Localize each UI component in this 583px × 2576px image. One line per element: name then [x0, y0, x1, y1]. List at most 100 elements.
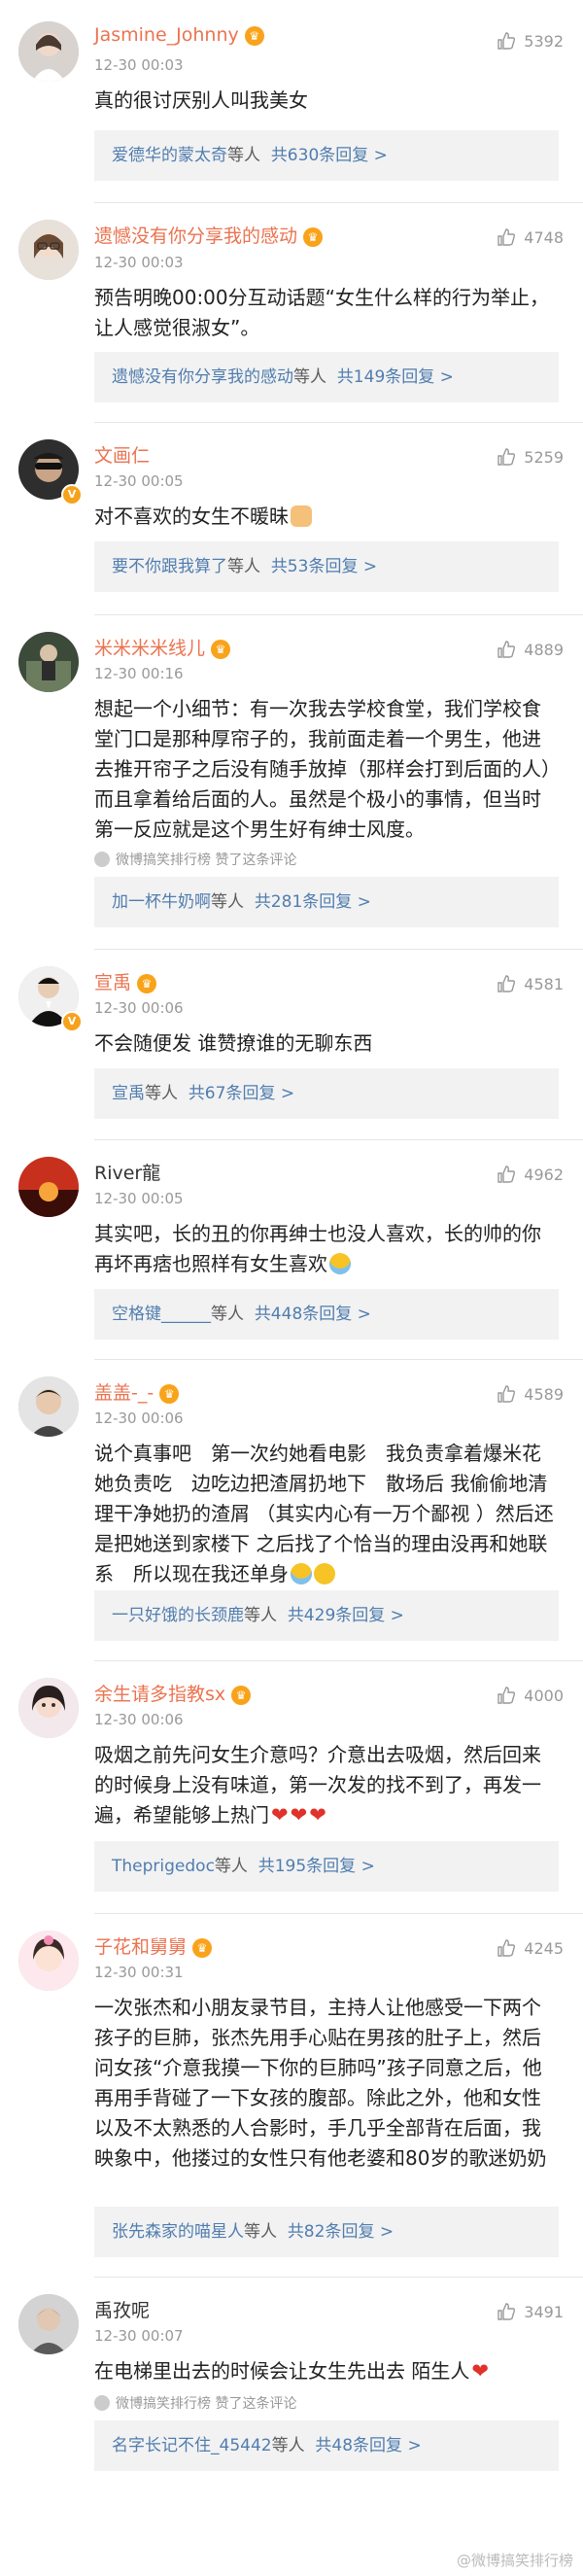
like-count: 4962 — [524, 1166, 564, 1184]
reply-mid-text: 等人 — [244, 2222, 277, 2242]
chevron-right-icon: > — [439, 367, 454, 387]
avatar[interactable] — [18, 2294, 79, 2354]
comment-username[interactable]: 盖盖-_- ♛ — [94, 1378, 180, 1405]
reply-mid-text: 等人 — [271, 2436, 305, 2455]
reply-summary[interactable]: 宣禹等人 共67条回复 > — [94, 1068, 559, 1119]
divider — [94, 202, 583, 203]
liked-by-notice: 微博搞笑排行榜 赞了这条评论 — [94, 850, 296, 869]
like-button[interactable]: 4962 — [497, 1165, 564, 1184]
comment-username[interactable]: 遗憾没有你分享我的感动 ♛ — [94, 222, 324, 248]
weibo-avatar-icon — [94, 852, 110, 867]
thumbs-up-icon — [497, 228, 516, 246]
reply-summary[interactable]: 空格键______等人 共448条回复 > — [94, 1289, 559, 1340]
reply-mid-text: 等人 — [214, 1857, 248, 1876]
level-badge-icon: ♛ — [303, 227, 324, 247]
thumbs-up-icon — [497, 32, 516, 50]
chevron-right-icon: > — [379, 2222, 394, 2242]
avatar[interactable] — [18, 220, 79, 280]
avatar[interactable] — [18, 1678, 79, 1738]
reply-summary[interactable]: Theprigedoc等人 共195条回复 > — [94, 1841, 559, 1892]
reply-mid-text: 等人 — [227, 146, 260, 165]
chevron-right-icon: > — [357, 1305, 371, 1324]
like-button[interactable]: 4589 — [497, 1384, 564, 1404]
divider — [94, 1660, 583, 1661]
reply-mid-text: 等人 — [211, 892, 244, 912]
reply-count[interactable]: 共195条回复 — [258, 1857, 356, 1876]
comment-text: 吸烟之前先问女生介意吗？介意出去吸烟，然后回来的时候身上没有味道，第一次发的找不… — [94, 1743, 541, 1827]
reply-summary[interactable]: 一只好饿的长颈鹿等人 共429条回复 > — [94, 1590, 559, 1641]
reply-count[interactable]: 共448条回复 — [255, 1305, 352, 1324]
reply-count[interactable]: 共67条回复 — [189, 1084, 276, 1103]
comment-username[interactable]: River龍 — [94, 1159, 160, 1185]
like-button[interactable]: 4748 — [497, 227, 564, 247]
like-count: 5392 — [524, 32, 564, 51]
reply-summary[interactable]: 要不你跟我算了等人 共53条回复 > — [94, 541, 559, 592]
comment-time: 12-30 00:31 — [94, 1964, 184, 1981]
reply-user[interactable]: 一只好饿的长颈鹿 — [112, 1606, 244, 1625]
thumbs-up-icon — [497, 448, 516, 466]
chevron-right-icon: > — [373, 146, 388, 165]
avatar[interactable] — [18, 1376, 79, 1437]
like-button[interactable]: 4581 — [497, 974, 564, 993]
comment-text: 真的很讨厌别人叫我美女 — [94, 88, 308, 112]
thumbs-up-icon — [497, 1166, 516, 1183]
avatar[interactable] — [18, 21, 79, 82]
comment-text: 在电梯里出去的时候会让女生先出去 陌生人❤ — [94, 2359, 489, 2383]
reply-summary[interactable]: 名字长记不住_45442等人 共48条回复 > — [94, 2420, 559, 2471]
liked-by-notice: 微博搞笑排行榜 赞了这条评论 — [94, 2393, 296, 2413]
like-button[interactable]: 5392 — [497, 31, 564, 51]
comment-time: 12-30 00:06 — [94, 1711, 184, 1728]
like-count: 4000 — [524, 1687, 564, 1705]
reply-count[interactable]: 共630条回复 — [271, 146, 368, 165]
like-count: 4889 — [524, 641, 564, 659]
like-button[interactable]: 4000 — [497, 1686, 564, 1705]
like-count: 4245 — [524, 1939, 564, 1958]
comment-username[interactable]: 子花和舅舅 ♛ — [94, 1932, 213, 1959]
comment-time: 12-30 00:07 — [94, 2327, 184, 2345]
reply-count[interactable]: 共429条回复 — [288, 1606, 385, 1625]
like-count: 3491 — [524, 2303, 564, 2321]
reply-count[interactable]: 共82条回复 — [288, 2222, 375, 2242]
like-button[interactable]: 5259 — [497, 447, 564, 467]
avatar[interactable] — [18, 632, 79, 692]
reply-user[interactable]: 空格键______ — [112, 1305, 211, 1324]
comment-username[interactable]: 余生请多指教sx ♛ — [94, 1680, 252, 1706]
reply-summary[interactable]: 遗憾没有你分享我的感动等人 共149条回复 > — [94, 352, 559, 402]
comment-username[interactable]: 宣禹 ♛ — [94, 968, 157, 994]
reply-summary[interactable]: 张先森家的喵星人等人 共82条回复 > — [94, 2207, 559, 2257]
comment-text: 不会随便发 谁赞撩谁的无聊东西 — [94, 1031, 373, 1055]
reply-count[interactable]: 共48条回复 — [315, 2436, 402, 2455]
like-button[interactable]: 4889 — [497, 640, 564, 659]
avatar[interactable] — [18, 1931, 79, 1991]
reply-summary[interactable]: 爱德华的蒙太奇等人 共630条回复 > — [94, 130, 559, 181]
reply-count[interactable]: 共53条回复 — [271, 557, 359, 576]
reply-summary[interactable]: 加一杯牛奶啊等人 共281条回复 > — [94, 877, 559, 927]
avatar[interactable] — [18, 1157, 79, 1217]
like-button[interactable]: 3491 — [497, 2302, 564, 2321]
comment-time: 12-30 00:03 — [94, 56, 184, 74]
crying-emoji-icon — [291, 1563, 312, 1584]
reply-user[interactable]: 张先森家的喵星人 — [112, 2222, 244, 2242]
chevron-right-icon: > — [280, 1084, 295, 1103]
reply-user[interactable]: 宣禹 — [112, 1084, 145, 1103]
comment-username[interactable]: Jasmine_Johnny ♛ — [94, 24, 264, 46]
like-button[interactable]: 4245 — [497, 1938, 564, 1958]
reply-count[interactable]: 共149条回复 — [337, 367, 434, 387]
comment-username[interactable]: 文画仁 — [94, 441, 150, 468]
reply-user[interactable]: 要不你跟我算了 — [112, 557, 227, 576]
comment-username[interactable]: 米米米米线儿 ♛ — [94, 634, 231, 660]
reply-user[interactable]: 遗憾没有你分享我的感动 — [112, 367, 293, 387]
reply-user[interactable]: 名字长记不住_45442 — [112, 2436, 272, 2455]
reply-mid-text: 等人 — [145, 1084, 178, 1103]
crying-emoji-icon — [329, 1253, 351, 1274]
chevron-right-icon: > — [357, 892, 371, 912]
reply-count[interactable]: 共281条回复 — [255, 892, 352, 912]
reply-mid-text: 等人 — [227, 557, 260, 576]
reply-user[interactable]: Theprigedoc — [112, 1857, 215, 1876]
thumbs-up-icon — [497, 1687, 516, 1704]
verified-v-icon: V — [61, 484, 83, 505]
reply-user[interactable]: 爱德华的蒙太奇 — [112, 146, 227, 165]
comment-time: 12-30 00:16 — [94, 665, 184, 682]
reply-user[interactable]: 加一杯牛奶啊 — [112, 892, 211, 912]
comment-username[interactable]: 禹孜呢 — [94, 2296, 150, 2322]
